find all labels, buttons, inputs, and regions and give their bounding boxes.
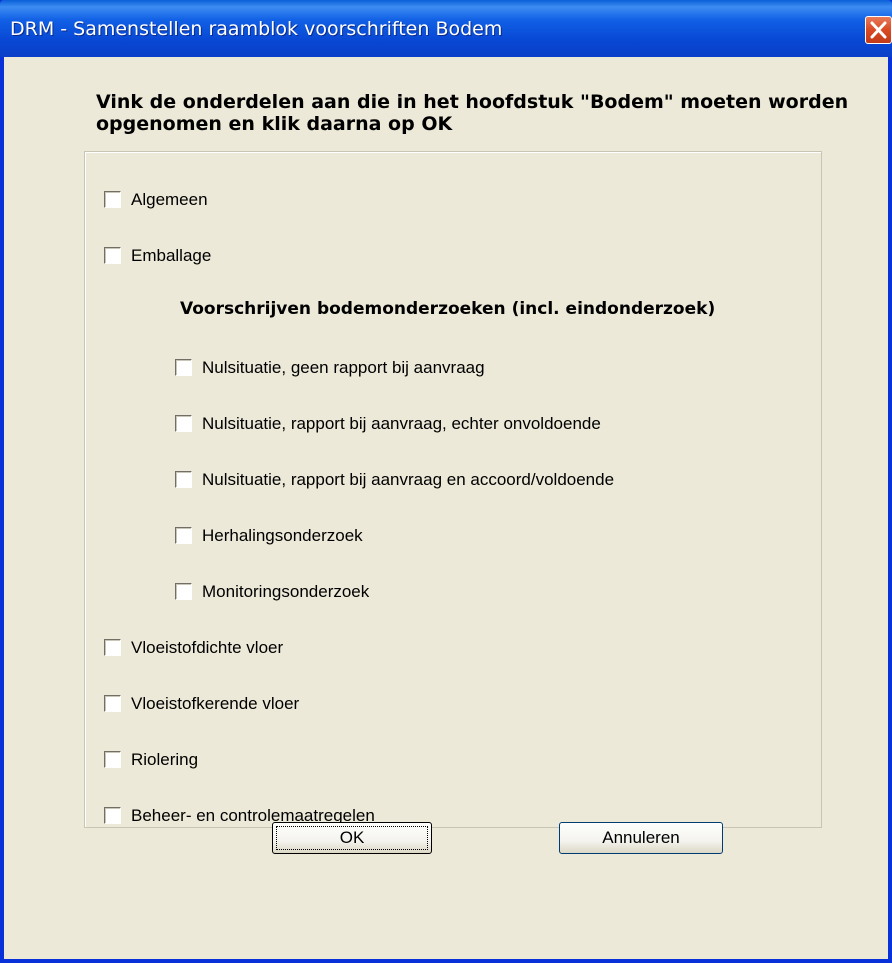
checkbox-label: Emballage (131, 246, 212, 265)
window-title: DRM - Samenstellen raamblok voorschrifte… (10, 18, 503, 40)
checkbox-box[interactable] (175, 359, 192, 376)
checkbox-box[interactable] (175, 415, 192, 432)
checkbox-box[interactable] (104, 807, 121, 824)
checkbox-label: Vloeistofdichte vloer (131, 638, 284, 657)
checkbox-box[interactable] (104, 247, 121, 264)
checkbox-box[interactable] (104, 751, 121, 768)
checkbox-box[interactable] (104, 639, 121, 656)
cancel-button[interactable]: Annuleren (559, 822, 723, 854)
checkbox-box[interactable] (175, 527, 192, 544)
ok-button[interactable]: OK (272, 822, 432, 854)
checkbox-box[interactable] (175, 583, 192, 600)
checkbox-label: Algemeen (131, 190, 208, 209)
checkbox-label: Nulsituatie, geen rapport bij aanvraag (202, 358, 485, 377)
title-bar[interactable]: DRM - Samenstellen raamblok voorschrifte… (0, 0, 892, 57)
section-heading-bodemonderzoeken: Voorschrijven bodemonderzoeken (incl. ei… (180, 299, 716, 319)
cancel-button-label: Annuleren (602, 828, 680, 847)
checkbox-label: Riolering (131, 750, 199, 769)
checkbox-label: Vloeistofkerende vloer (131, 694, 300, 713)
checkbox-box[interactable] (175, 471, 192, 488)
checkbox-label: Herhalingsonderzoek (202, 526, 363, 545)
checkbox-box[interactable] (104, 695, 121, 712)
instruction-text: Vink de onderdelen aan die in het hoofds… (96, 91, 849, 135)
checkbox-label: Nulsituatie, rapport bij aanvraag, echte… (202, 414, 601, 433)
close-icon (870, 21, 887, 39)
checkbox-box[interactable] (104, 191, 121, 208)
ok-button-label: OK (339, 828, 365, 847)
checkbox-label: Monitoringsonderzoek (202, 582, 370, 601)
checkbox-label: Nulsituatie, rapport bij aanvraag en acc… (202, 470, 615, 489)
close-button[interactable] (865, 16, 892, 44)
